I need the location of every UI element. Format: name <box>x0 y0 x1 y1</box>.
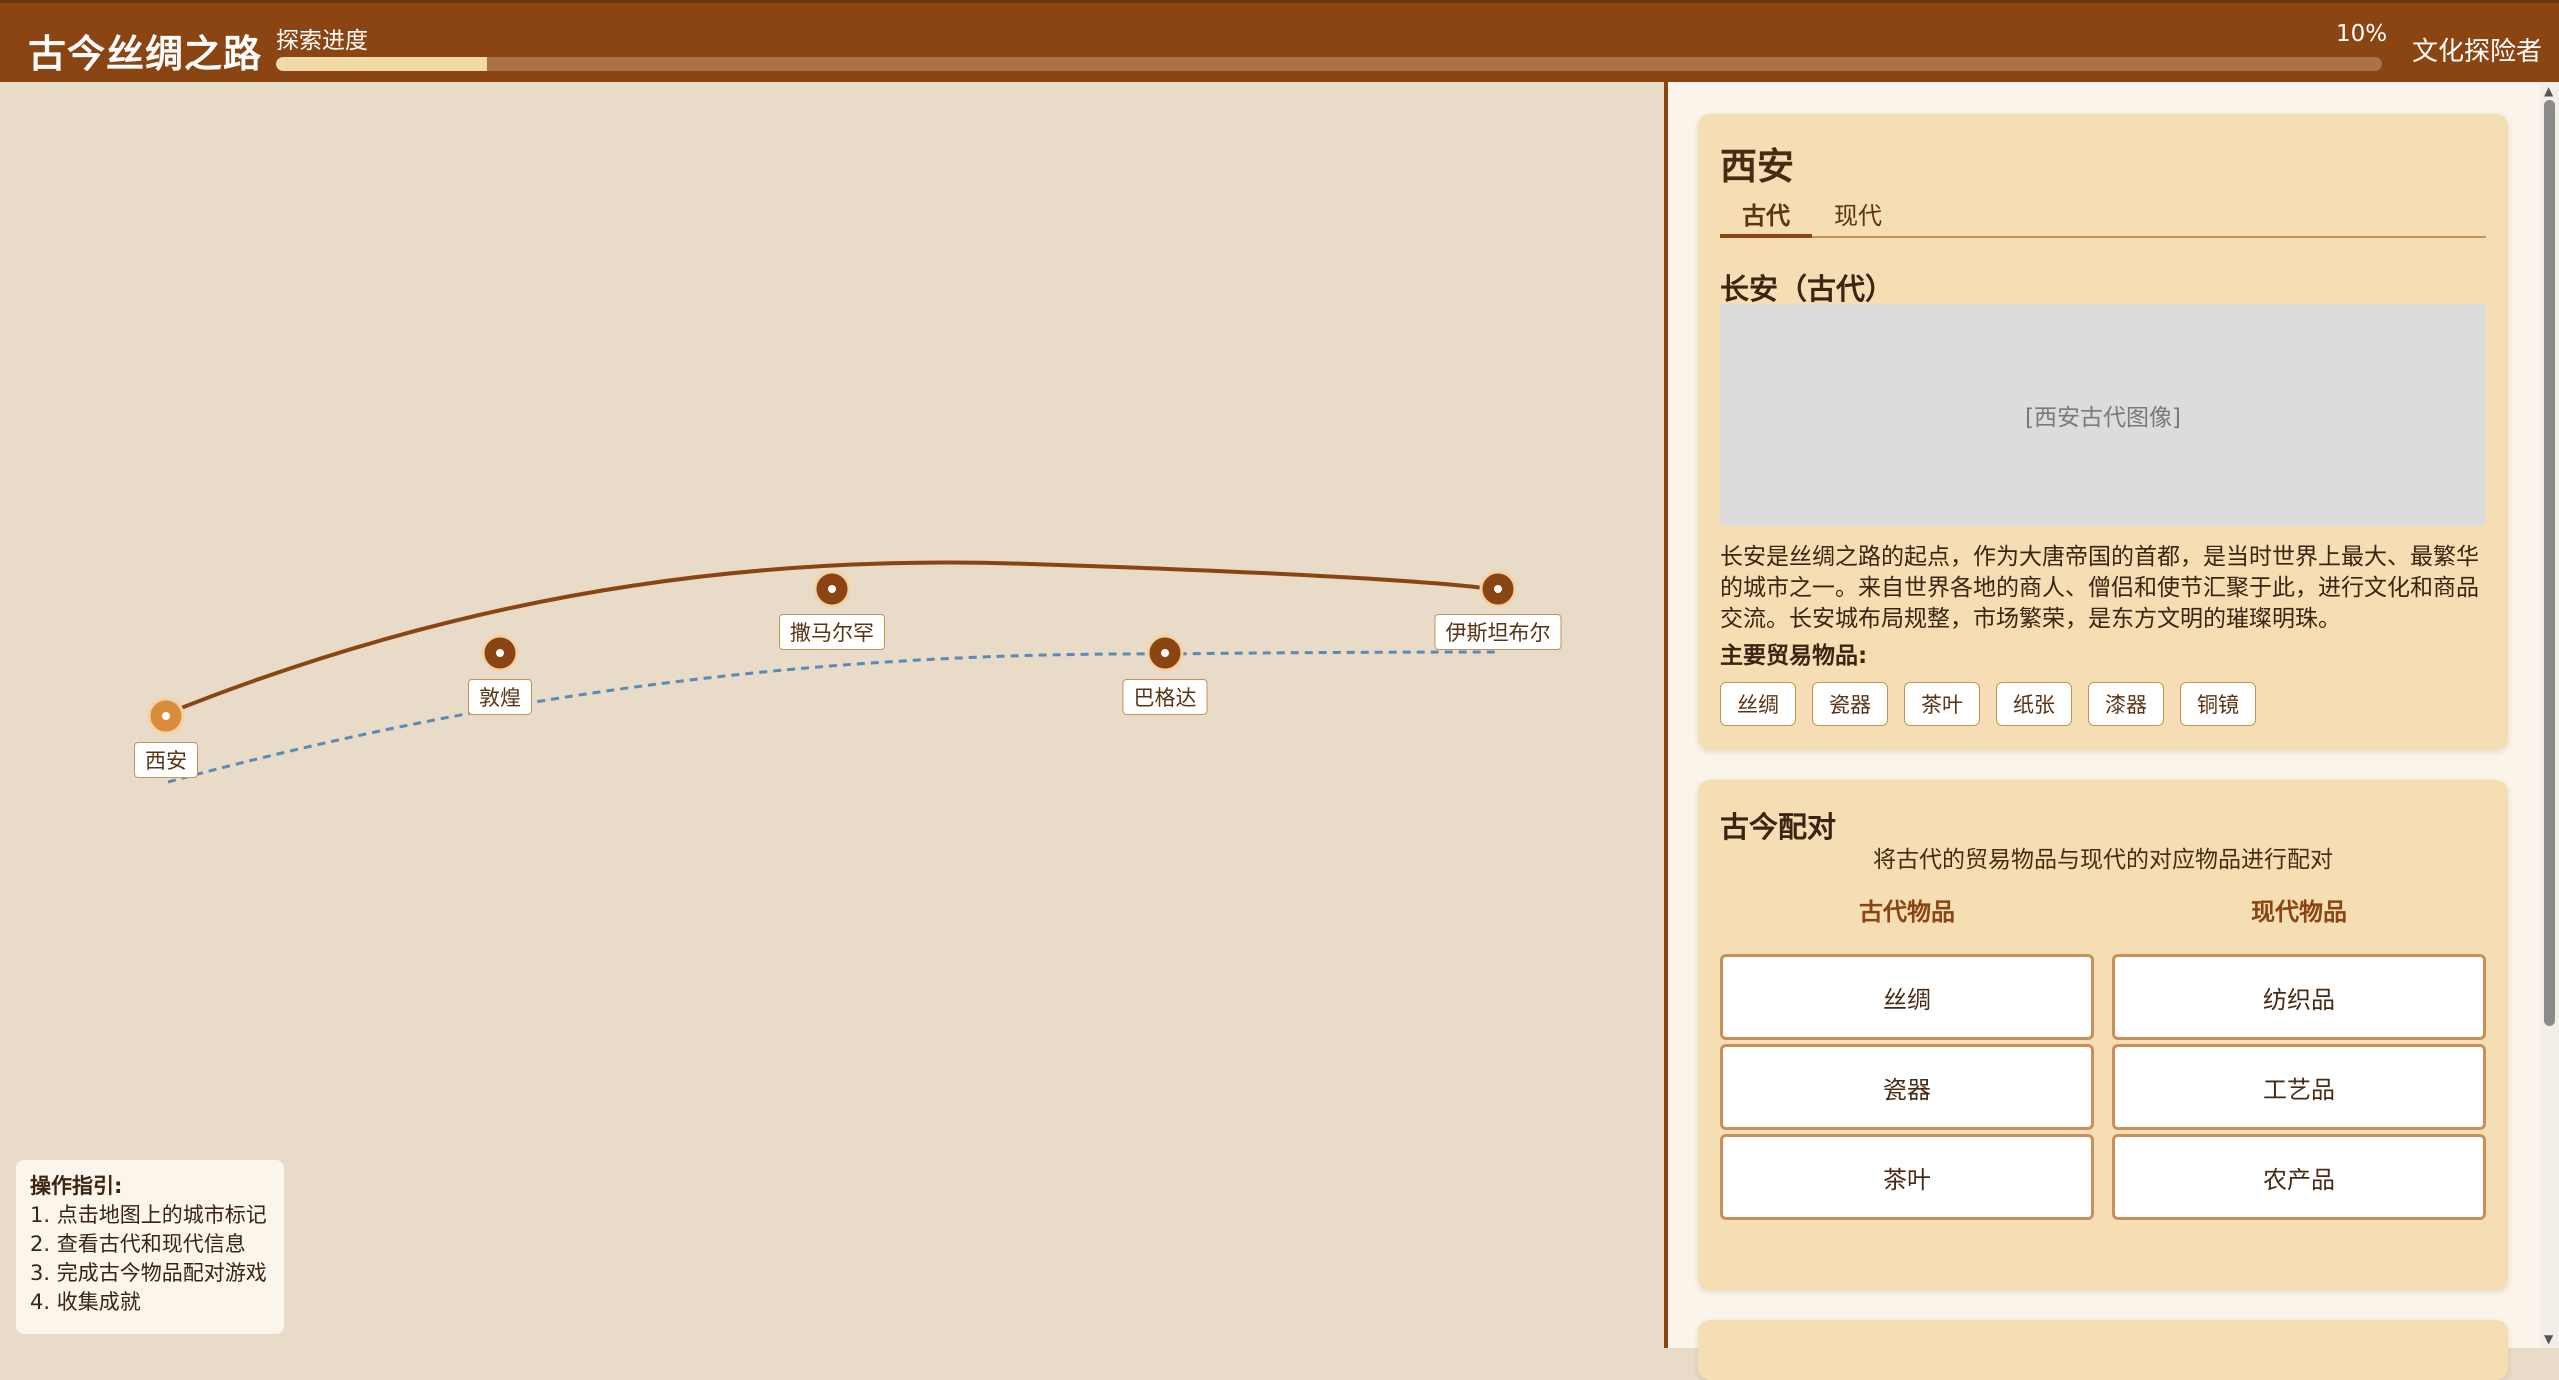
instruction-step: 3. 完成古今物品配对游戏 <box>30 1261 267 1285</box>
city-label-baghdad[interactable]: 巴格达 <box>1122 679 1208 715</box>
city-marker-dunhuang[interactable] <box>481 634 519 672</box>
ancient-item-button[interactable]: 瓷器 <box>1720 1044 2094 1130</box>
instruction-step: 2. 查看古代和现代信息 <box>30 1232 246 1256</box>
city-label-istanbul[interactable]: 伊斯坦布尔 <box>1434 614 1562 650</box>
trade-goods-list: 丝绸 瓷器 茶叶 纸张 漆器 铜镜 <box>1720 682 2256 726</box>
ancient-items-column: 丝绸 瓷器 茶叶 <box>1720 954 2094 1224</box>
app-title: 古今丝绸之路 <box>28 32 263 76</box>
ancient-item-button[interactable]: 茶叶 <box>1720 1134 2094 1220</box>
side-panel-scrollbar[interactable]: ▲ ▼ <box>2540 82 2559 1348</box>
matching-subtitle: 将古代的贸易物品与现代的对应物品进行配对 <box>1873 847 2333 873</box>
progress-bar <box>276 57 2382 71</box>
trade-good-tag: 纸张 <box>1996 682 2072 726</box>
progress-label: 探索进度 <box>276 28 368 54</box>
instructions-title: 操作指引: <box>30 1174 123 1198</box>
city-info-card: 西安 古代 现代 长安（古代） [西安古代图像] 长安是丝绸之路的起点，作为大唐… <box>1698 114 2508 750</box>
city-marker-xian[interactable] <box>147 697 185 735</box>
modern-items-column: 纺织品 工艺品 农产品 <box>2112 954 2486 1224</box>
modern-item-button[interactable]: 农产品 <box>2112 1134 2486 1220</box>
city-marker-samarkand[interactable] <box>813 570 851 608</box>
user-title: 文化探险者 <box>2412 37 2543 67</box>
city-marker-baghdad[interactable] <box>1146 634 1184 672</box>
instruction-step: 1. 点击地图上的城市标记 <box>30 1203 267 1227</box>
progress-bar-fill <box>276 57 487 71</box>
city-label-xian[interactable]: 西安 <box>134 742 198 778</box>
instruction-step: 4. 收集成就 <box>30 1290 141 1314</box>
top-bar: 古今丝绸之路 探索进度 10% 文化探险者 <box>0 0 2559 82</box>
tab-ancient[interactable]: 古代 <box>1720 196 1812 238</box>
city-marker-istanbul[interactable] <box>1479 570 1517 608</box>
trade-good-tag: 铜镜 <box>2180 682 2256 726</box>
trade-good-tag: 漆器 <box>2088 682 2164 726</box>
scroll-down-arrow-icon[interactable]: ▼ <box>2544 1332 2553 1346</box>
city-image-placeholder: [西安古代图像] <box>1720 304 2486 526</box>
image-placeholder-text: [西安古代图像] <box>2025 405 2181 431</box>
map-area: 西安 敦煌 撒马尔罕 巴格达 伊斯坦布尔 <box>0 82 1664 1348</box>
ancient-item-button[interactable]: 丝绸 <box>1720 954 2094 1040</box>
city-label-samarkand[interactable]: 撒马尔罕 <box>779 614 885 650</box>
era-section-title: 长安（古代） <box>1720 272 1895 306</box>
modern-route-line <box>167 650 1499 784</box>
ancient-items-header: 古代物品 <box>1859 898 1955 926</box>
trade-good-tag: 丝绸 <box>1720 682 1796 726</box>
trade-good-tag: 瓷器 <box>1812 682 1888 726</box>
modern-item-button[interactable]: 纺织品 <box>2112 954 2486 1040</box>
tab-modern[interactable]: 现代 <box>1812 196 1904 238</box>
scroll-up-arrow-icon[interactable]: ▲ <box>2544 84 2553 98</box>
city-description: 长安是丝绸之路的起点，作为大唐帝国的首都，是当时世界上最大、最繁华的城市之一。来… <box>1720 544 2479 632</box>
route-map <box>147 560 1517 784</box>
next-card-partial <box>1698 1320 2508 1380</box>
modern-item-button[interactable]: 工艺品 <box>2112 1044 2486 1130</box>
modern-items-header: 现代物品 <box>2251 898 2347 926</box>
matching-game-card: 古今配对 将古代的贸易物品与现代的对应物品进行配对 古代物品 现代物品 丝绸 瓷… <box>1698 780 2508 1290</box>
era-tabs: 古代 现代 <box>1720 196 2486 238</box>
instructions-panel: 操作指引: 1. 点击地图上的城市标记 2. 查看古代和现代信息 3. 完成古今… <box>16 1160 284 1334</box>
city-label-dunhuang[interactable]: 敦煌 <box>468 679 532 715</box>
scrollbar-thumb[interactable] <box>2544 100 2555 1026</box>
trade-good-tag: 茶叶 <box>1904 682 1980 726</box>
progress-percent: 10% <box>2336 21 2388 47</box>
city-name: 西安 <box>1720 145 1794 188</box>
trade-goods-title: 主要贸易物品: <box>1720 643 1868 669</box>
